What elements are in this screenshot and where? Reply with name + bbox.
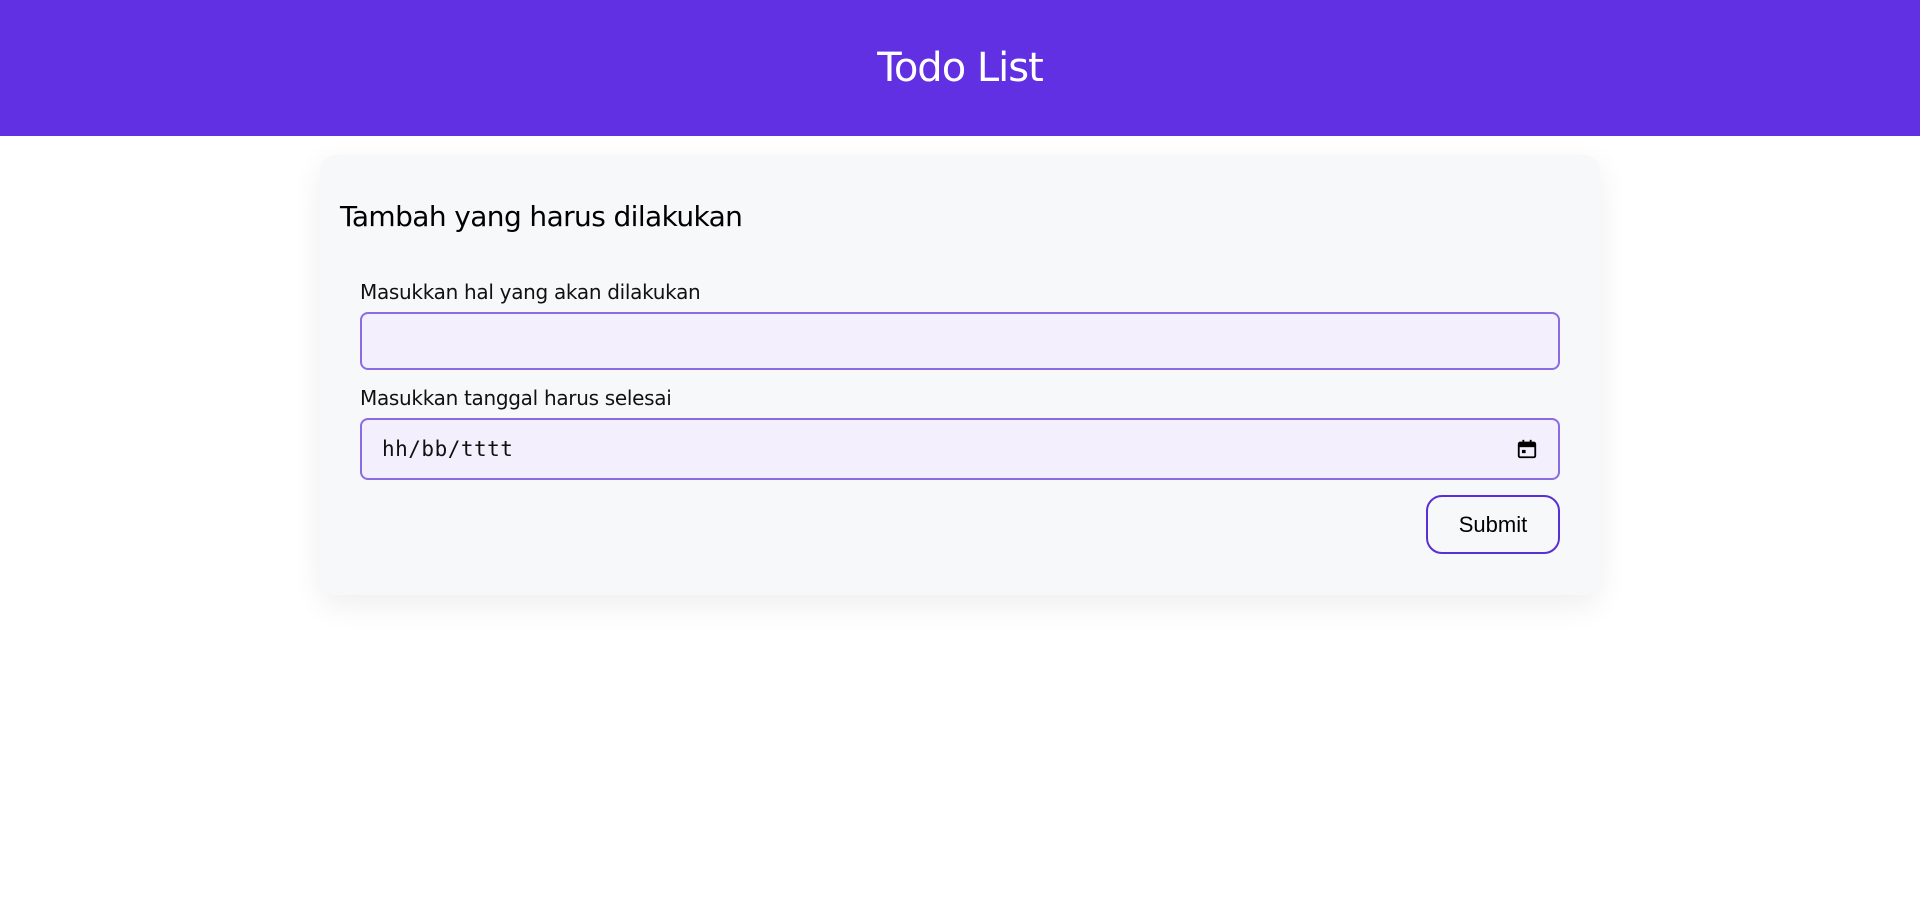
date-field-label: Masukkan tanggal harus selesai bbox=[360, 386, 672, 410]
todo-field-label: Masukkan hal yang akan dilakukan bbox=[360, 280, 701, 304]
add-todo-card: Tambah yang harus dilakukan Masukkan hal… bbox=[320, 155, 1600, 595]
due-date-input[interactable]: hh/bb/tttt bbox=[360, 418, 1560, 480]
app-header: Todo List bbox=[0, 0, 1920, 136]
calendar-icon[interactable] bbox=[1516, 438, 1538, 460]
todo-text-input[interactable] bbox=[360, 312, 1560, 370]
date-placeholder: hh/bb/tttt bbox=[382, 437, 514, 461]
submit-button[interactable]: Submit bbox=[1426, 495, 1560, 554]
page-title: Todo List bbox=[877, 45, 1044, 91]
form-title: Tambah yang harus dilakukan bbox=[340, 200, 743, 233]
